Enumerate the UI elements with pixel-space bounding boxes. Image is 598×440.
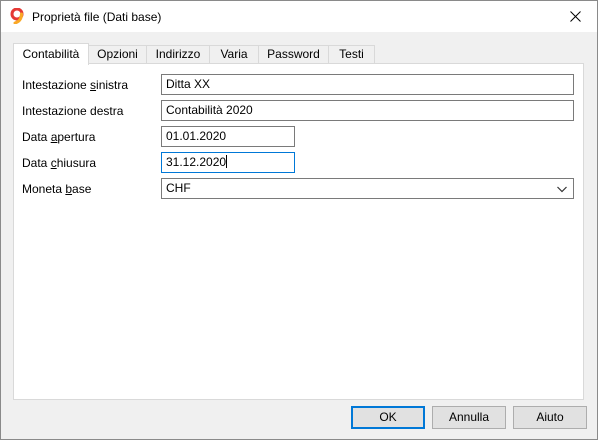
closing-date-input[interactable]: 31.12.2020 [161,152,295,173]
tab-password[interactable]: Password [258,45,329,64]
base-currency-label: Moneta base [22,182,92,196]
tab-varia[interactable]: Varia [209,45,259,64]
opening-date-label: Data apertura [22,130,96,144]
base-currency-select[interactable]: CHF [161,178,574,199]
close-icon [569,11,581,22]
closing-date-label: Data chiusura [22,156,97,170]
header-right-input[interactable]: Contabilità 2020 [161,100,574,121]
close-button[interactable] [553,1,597,32]
opening-date-input[interactable]: 01.01.2020 [161,126,295,147]
help-button[interactable]: Aiuto [513,406,587,429]
ok-button[interactable]: OK [351,406,425,429]
title-bar: Proprietà file (Dati base) [1,1,597,32]
chevron-down-icon [557,186,567,193]
tab-testi[interactable]: Testi [328,45,375,64]
tab-panel-contabilita: Intestazione sinistra Ditta XX Intestazi… [13,63,584,400]
header-right-label: Intestazione destra [22,104,124,118]
cancel-button[interactable]: Annulla [432,406,506,429]
window-title: Proprietà file (Dati base) [32,10,162,24]
app-logo-icon [10,8,24,24]
header-left-label: Intestazione sinistra [22,78,129,92]
tab-contabilita[interactable]: Contabilità [13,43,89,65]
header-left-input[interactable]: Ditta XX [161,74,574,95]
base-currency-value: CHF [166,181,191,195]
tab-opzioni[interactable]: Opzioni [88,45,147,64]
closing-date-value: 31.12.2020 [166,155,227,169]
text-caret [226,155,228,168]
file-properties-dialog: Proprietà file (Dati base) Contabilità O… [0,0,598,440]
tab-indirizzo[interactable]: Indirizzo [146,45,210,64]
